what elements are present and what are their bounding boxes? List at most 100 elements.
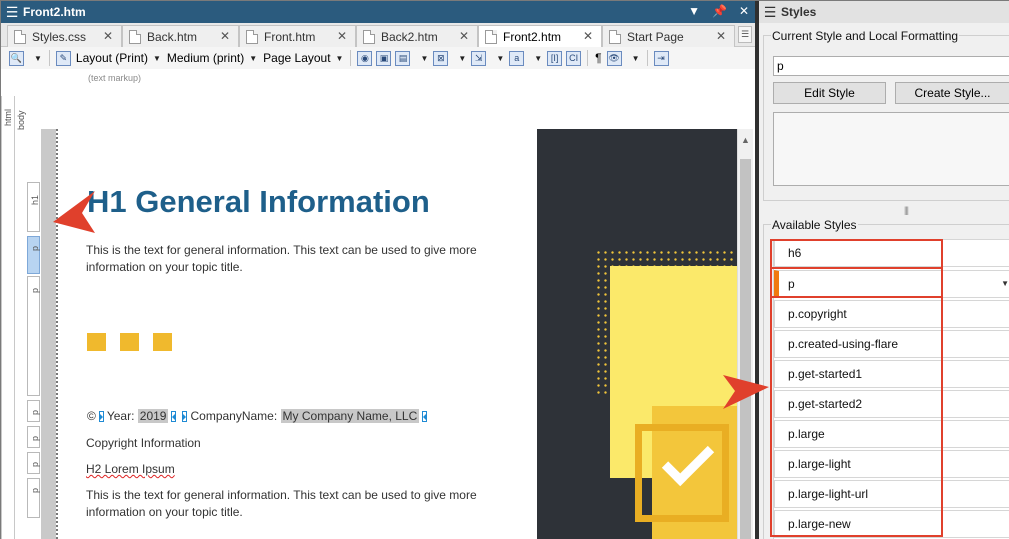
show-dropdown[interactable]: ▼ (624, 49, 643, 67)
style-item-p-get-started2[interactable]: p.get-started2 (774, 390, 1009, 418)
page-layout-dropdown[interactable]: Page Layout ▼ (260, 49, 346, 67)
style-item-p-copyright[interactable]: p.copyright (774, 300, 1009, 328)
tab-close-icon[interactable]: ✕ (103, 29, 113, 43)
paragraph-general-info[interactable]: This is the text for general information… (86, 242, 496, 276)
available-styles-list[interactable]: h6 p ▼ p.copyright p.created-using-flare … (773, 239, 1009, 539)
style-preview-box (773, 112, 1009, 186)
tab-styles-css[interactable]: Styles.css ✕ (7, 25, 122, 47)
pilcrow-icon[interactable]: ¶ (592, 49, 604, 67)
tab-front-htm[interactable]: Front.htm ✕ (239, 25, 356, 47)
structure-p-cell[interactable]: p (27, 400, 40, 422)
tab-close-icon[interactable]: ✕ (459, 29, 469, 43)
close-icon[interactable]: ✕ (739, 4, 749, 18)
company-variable[interactable]: My Company Name, LLC (280, 409, 420, 423)
style-item-p-large-light-url[interactable]: p.large-light-url (774, 480, 1009, 508)
style-item-p-created-using-flare[interactable]: p.created-using-flare (774, 330, 1009, 358)
markup-label: (text markup) (88, 73, 142, 83)
style-item-label: p.get-started1 (788, 367, 863, 381)
hamburger-menu-icon[interactable]: ☰ (759, 4, 781, 21)
tab-close-icon[interactable]: ✕ (716, 29, 726, 43)
app-window: ☰ Front2.htm ▼ 📌 ✕ Styles.css ✕ Back.htm… (0, 0, 1009, 539)
structure-p-cell-selected[interactable]: p (27, 236, 40, 274)
tab-front2-htm[interactable]: Front2.htm ✕ (478, 25, 602, 48)
year-variable[interactable]: 2019 (137, 409, 169, 423)
image-dropdown[interactable]: ▼ (412, 49, 431, 67)
copyright-line[interactable]: © Year: 2019 CompanyName: My Company Nam… (87, 409, 430, 423)
current-style-field[interactable]: p (773, 56, 1009, 76)
scroll-up-icon[interactable]: ▲ (741, 135, 750, 145)
layout-dropdown[interactable]: Layout (Print) ▼ (73, 49, 164, 67)
structure-p-cell[interactable]: p (27, 276, 40, 396)
current-style-group-label: Current Style and Local Formatting (771, 29, 960, 43)
style-item-p-large[interactable]: p.large (774, 420, 1009, 448)
medium-dropdown[interactable]: Medium (print) ▼ (164, 49, 260, 67)
hamburger-menu-icon[interactable]: ☰ (1, 4, 23, 21)
year-label: Year: (106, 409, 135, 423)
style-item-label: p.get-started2 (788, 397, 863, 411)
tab-start-page[interactable]: Start Page ✕ (602, 25, 735, 47)
view-icon[interactable]: ▣ (376, 50, 392, 66)
tab-back-htm[interactable]: Back.htm ✕ (122, 25, 239, 47)
style-item-h6[interactable]: h6 (774, 239, 1009, 267)
tab-close-icon[interactable]: ✕ (337, 29, 347, 43)
style-item-p-get-started1[interactable]: p.get-started1 (774, 360, 1009, 388)
document-page[interactable]: H1 General Information This is the text … (58, 129, 537, 539)
style-dropdown-icon[interactable]: ▼ (1001, 271, 1009, 297)
style-item-p[interactable]: p ▼ (774, 270, 1009, 298)
style-item-label: p.large-light-url (788, 487, 869, 501)
ci-icon[interactable]: CI (566, 50, 582, 66)
structure-p-label: p (30, 287, 40, 293)
export-icon[interactable]: ⇥ (653, 50, 669, 66)
zoom-icon[interactable]: 🔍 (9, 50, 24, 66)
styles-pane: ☰ Styles Current Style and Local Formatt… (759, 1, 1009, 539)
structure-h1-cell[interactable]: h1 (27, 182, 40, 232)
create-style-button[interactable]: Create Style... (895, 82, 1009, 104)
structure-body-column[interactable]: body (14, 96, 27, 539)
tab-label: Back2.htm (381, 29, 438, 44)
link-dropdown[interactable]: ▼ (450, 49, 469, 67)
style-item-p-large-new[interactable]: p.large-new (774, 510, 1009, 538)
insert-dropdown[interactable]: ▼ (488, 49, 507, 67)
link-icon[interactable]: ⊠ (433, 50, 449, 66)
structure-p-cell[interactable]: p (27, 452, 40, 474)
editor-toolbar: 🔍 ▼ ✎ Layout (Print) ▼ Medium (print) ▼ Pa… (1, 47, 755, 69)
show-markers-icon[interactable]: 👁 (606, 50, 622, 66)
style-item-label: p.created-using-flare (788, 337, 899, 351)
heading-h1[interactable]: H1 General Information (87, 184, 430, 220)
text-dropdown[interactable]: ▼ (526, 49, 545, 67)
decor-square (120, 333, 139, 351)
insert-icon[interactable]: ⇲ (471, 50, 487, 66)
tab-close-icon[interactable]: ✕ (583, 29, 593, 43)
style-item-p-large-light[interactable]: p.large-light (774, 450, 1009, 478)
style-item-label: p.large-new (788, 517, 851, 531)
tab-label: Front.htm (264, 29, 316, 44)
style-item-label: p.large (788, 427, 825, 441)
heading-h2[interactable]: H2 Lorem Ipsum (86, 461, 496, 478)
info-icon[interactable]: [I] (547, 50, 563, 66)
resize-grip-icon[interactable]: ||| (904, 205, 909, 215)
vertical-scrollbar[interactable]: ▲ (737, 129, 753, 539)
zoom-dropdown[interactable]: ▼ (26, 49, 45, 67)
tab-close-icon[interactable]: ✕ (220, 29, 230, 43)
image-icon[interactable]: ▤ (395, 50, 411, 66)
structure-p-cell[interactable]: p (27, 478, 40, 518)
paragraph-general-info-2[interactable]: This is the text for general information… (86, 487, 496, 521)
edit-style-button[interactable]: Edit Style (773, 82, 886, 104)
document-icon (246, 29, 258, 44)
dropdown-icon[interactable]: ▼ (688, 4, 700, 18)
structure-p-cell[interactable]: p (27, 426, 40, 448)
tab-list-icon[interactable]: ☰ (738, 26, 752, 43)
preview-icon[interactable]: ◉ (357, 50, 373, 66)
pin-icon[interactable]: 📌 (712, 4, 727, 18)
toolbar-separator (587, 50, 589, 66)
structure-html-label: html (3, 108, 13, 126)
structure-p-label: p (30, 435, 40, 441)
scroll-thumb[interactable] (740, 159, 751, 539)
style-item-label: p (788, 277, 795, 291)
structure-html-column[interactable]: html (1, 96, 14, 539)
copyright-info-text[interactable]: Copyright Information (86, 435, 496, 452)
tab-back2-htm[interactable]: Back2.htm ✕ (356, 25, 478, 47)
document-icon (485, 30, 497, 44)
tab-label: Front2.htm (503, 30, 562, 44)
text-icon[interactable]: a (509, 50, 525, 66)
